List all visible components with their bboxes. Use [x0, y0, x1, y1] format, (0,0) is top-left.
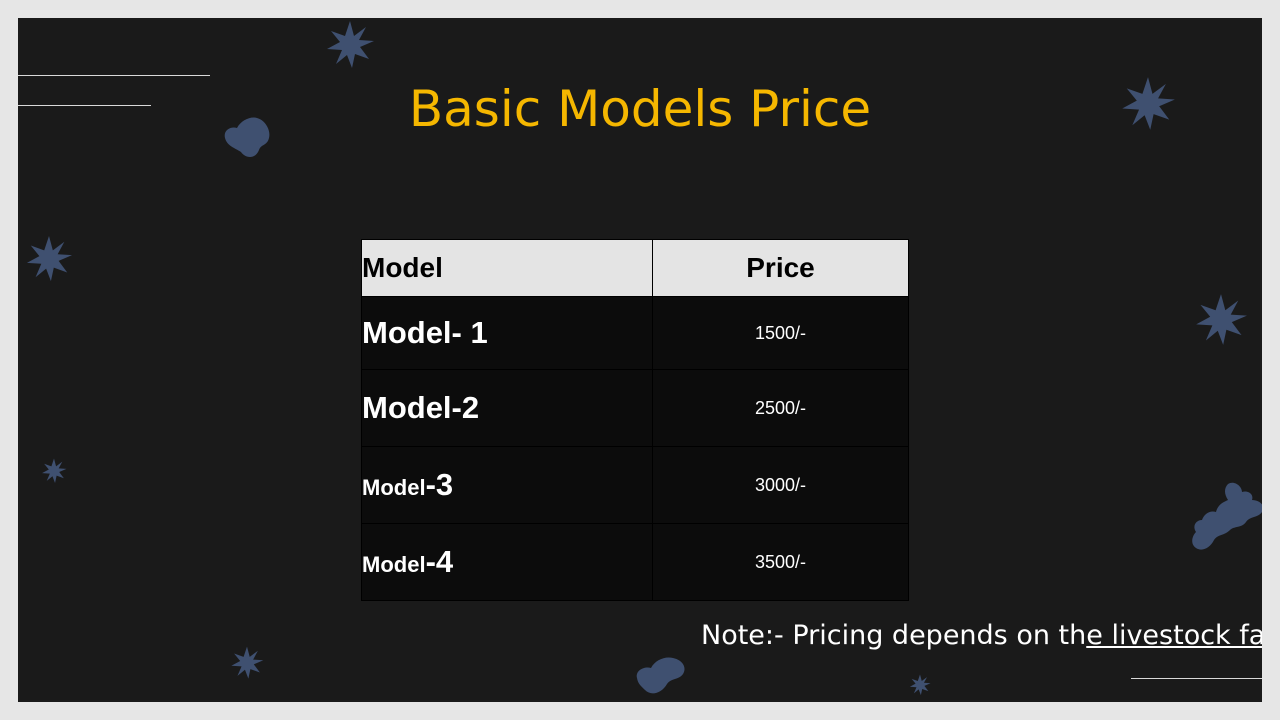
pricing-note-underlined: e livestock farm [1086, 620, 1262, 651]
table-row: Model-2 2500/- [361, 369, 909, 447]
model-name-cell: Model-4 [361, 523, 653, 601]
blob-icon [1192, 482, 1262, 550]
star-burst-icon [909, 674, 931, 696]
table-row: Model- 1 1500/- [361, 296, 909, 370]
price-table: Model Price Model- 1 1500/- Model-2 2500… [361, 239, 909, 601]
table-row: Model-3 3000/- [361, 446, 909, 524]
price-cell: 3500/- [652, 523, 909, 601]
blob-icon [636, 657, 685, 694]
star-burst-icon [1196, 294, 1247, 345]
decorative-line-top-1 [18, 75, 210, 76]
pricing-note-text: Note:- Pricing depends on th [701, 620, 1087, 651]
star-burst-icon [42, 458, 67, 483]
star-burst-icon [231, 646, 264, 679]
model-name-number: -4 [425, 544, 454, 579]
slide: Basic Models Price Model Price Model- 1 … [18, 18, 1262, 702]
star-burst-icon [327, 21, 374, 68]
model-name-cell: Model- 1 [361, 296, 653, 370]
model-name-prefix: Model [362, 475, 426, 500]
column-header-model: Model [361, 239, 653, 297]
slide-title: Basic Models Price [408, 80, 872, 138]
model-name-number: -3 [425, 467, 454, 502]
table-row: Model-4 3500/- [361, 523, 909, 601]
model-name-prefix: Model [362, 552, 426, 577]
model-name-cell: Model-3 [361, 446, 653, 524]
price-cell: 3000/- [652, 446, 909, 524]
column-header-price: Price [652, 239, 909, 297]
pricing-note: Note:- Pricing depends on the livestock … [701, 620, 1262, 651]
table-header-row: Model Price [361, 239, 909, 297]
star-burst-icon [26, 235, 73, 282]
price-cell: 2500/- [652, 369, 909, 447]
price-cell: 1500/- [652, 296, 909, 370]
model-name-cell: Model-2 [361, 369, 653, 447]
decorative-line-bottom [1131, 678, 1262, 679]
